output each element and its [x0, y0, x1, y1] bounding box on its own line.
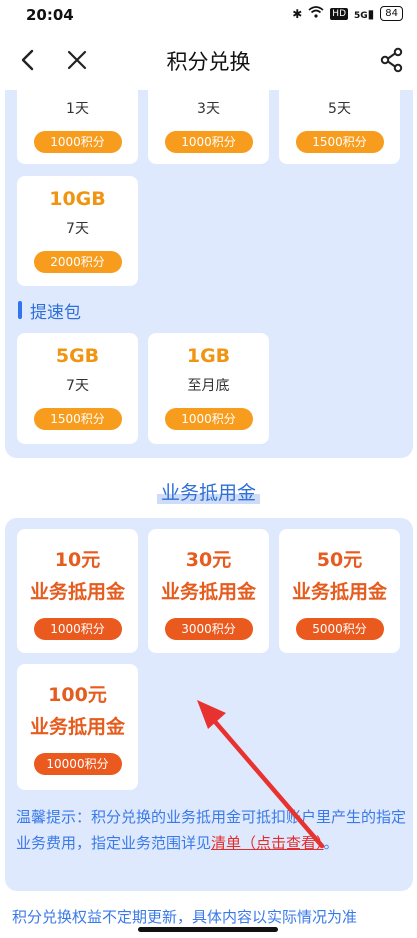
speed-section-header: 提速包 [18, 299, 81, 323]
voucher-amount: 50元 [316, 549, 363, 571]
page-title: 积分兑换 [166, 50, 251, 74]
exchange-button[interactable]: 1000积分 [33, 131, 122, 153]
voucher-card[interactable]: 10元 业务抵用金 1000积分 [17, 529, 138, 653]
speed-card[interactable]: 1GB 至月底 1000积分 [148, 333, 269, 444]
nav-bar: 积分兑换 [0, 30, 417, 90]
package-duration: 1天 [66, 101, 89, 117]
battery-icon: 84 [380, 6, 403, 21]
voucher-card[interactable]: 30元 业务抵用金 3000积分 [148, 529, 269, 653]
status-icons: ✱ HD 5G▮ 84 [292, 6, 403, 21]
voucher-label: 业务抵用金 [160, 581, 256, 603]
section-marker [18, 301, 22, 319]
bluetooth-icon: ✱ [292, 6, 303, 21]
exchange-button[interactable]: 10000积分 [33, 753, 122, 775]
voucher-label: 业务抵用金 [291, 581, 387, 603]
package-card[interactable]: 3天 1000积分 [148, 90, 269, 164]
share-icon[interactable] [379, 46, 405, 74]
voucher-card[interactable]: 50元 业务抵用金 5000积分 [279, 529, 400, 653]
exchange-button[interactable]: 5000积分 [295, 618, 384, 640]
voucher-section-title: 业务抵用金 [156, 482, 260, 504]
voucher-label: 业务抵用金 [29, 716, 125, 738]
status-time: 20:04 [26, 6, 74, 24]
exchange-button[interactable]: 3000积分 [164, 618, 253, 640]
gesture-bar[interactable] [138, 927, 278, 932]
package-name: 1GB [186, 345, 231, 367]
tip-text: 温馨提示：积分兑换的业务抵用金可抵扣账户里产生的指定业务费用，指定业务范围详见清… [16, 804, 406, 856]
package-card[interactable]: 10GB 7天 2000积分 [17, 176, 138, 286]
bottom-note: 积分兑换权益不定期更新，具体内容以实际情况为准 [12, 908, 358, 926]
package-card[interactable]: 5天 1500积分 [279, 90, 400, 164]
exchange-button[interactable]: 1000积分 [164, 408, 253, 430]
voucher-section-header: 业务抵用金 [0, 478, 417, 505]
signal-icon: 5G▮ [354, 6, 375, 21]
tip-end: 。 [323, 834, 339, 852]
list-link[interactable]: 清单（点击查看） [211, 834, 324, 852]
package-name: 10GB [49, 188, 106, 210]
package-duration: 7天 [66, 221, 89, 237]
exchange-button[interactable]: 1500积分 [33, 408, 122, 430]
exchange-button[interactable]: 1500积分 [295, 131, 384, 153]
exchange-button[interactable]: 1000积分 [33, 618, 122, 640]
exchange-button[interactable]: 1000积分 [164, 131, 253, 153]
voucher-amount: 30元 [185, 549, 232, 571]
voucher-label: 业务抵用金 [29, 581, 125, 603]
package-duration: 至月底 [187, 378, 230, 394]
voucher-amount: 100元 [48, 684, 107, 706]
voucher-card[interactable]: 100元 业务抵用金 10000积分 [17, 664, 138, 790]
speed-card[interactable]: 5GB 7天 1500积分 [17, 333, 138, 444]
signal-label: 5G [354, 10, 368, 21]
package-duration: 7天 [66, 378, 89, 394]
package-duration: 5天 [328, 101, 351, 117]
voucher-amount: 10元 [54, 549, 101, 571]
package-card[interactable]: 1天 1000积分 [17, 90, 138, 164]
package-duration: 3天 [197, 101, 220, 117]
package-name: 5GB [55, 345, 100, 367]
speed-section-title: 提速包 [30, 302, 81, 323]
wifi-icon [308, 6, 324, 21]
hd-icon: HD [330, 7, 348, 20]
exchange-button[interactable]: 2000积分 [33, 251, 122, 273]
status-bar: 20:04 ✱ HD 5G▮ 84 [0, 0, 417, 30]
